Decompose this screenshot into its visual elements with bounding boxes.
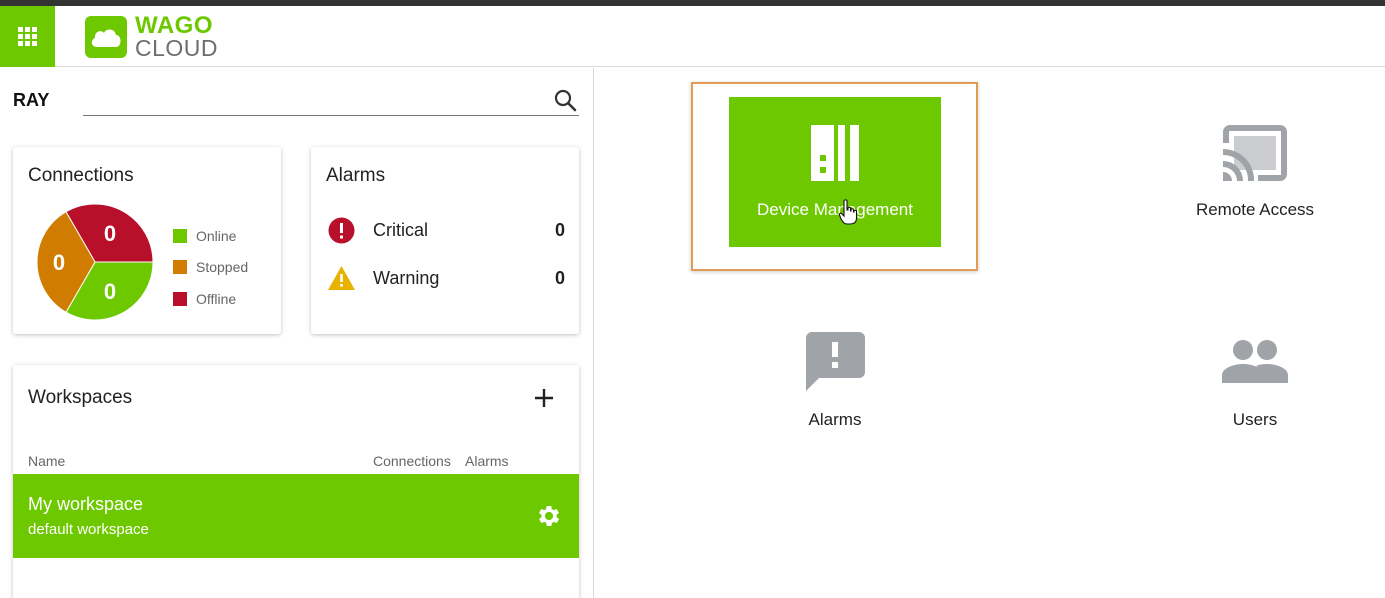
- online-count: 0: [104, 279, 116, 304]
- column-header-name[interactable]: Name: [28, 453, 65, 469]
- legend-swatch-online: [173, 228, 187, 243]
- left-panel: RAY Connections 0 0 0 Online Stopped Off…: [0, 68, 594, 598]
- users-icon: [1222, 340, 1288, 383]
- legend-label: Offline: [196, 290, 237, 307]
- tile-device-management[interactable]: Device Management: [729, 97, 941, 247]
- alarm-critical-count: 0: [554, 219, 565, 240]
- column-header-connections[interactable]: Connections: [373, 453, 451, 469]
- cast-icon: [1223, 125, 1287, 181]
- tile-label-users: Users: [1232, 410, 1278, 429]
- user-name: RAY: [13, 90, 50, 110]
- search-bar: [83, 86, 579, 116]
- connections-pie-chart: 0 0 0: [37, 204, 153, 320]
- gear-icon[interactable]: [535, 502, 563, 530]
- tile-label-device-management: Device Management: [757, 200, 913, 219]
- legend-item-offline: Offline: [173, 283, 248, 315]
- tile-remote-access[interactable]: Remote Access: [1149, 97, 1361, 247]
- tile-label-alarms: Alarms: [808, 410, 862, 429]
- legend-swatch-offline: [173, 291, 187, 306]
- offline-count: 0: [104, 221, 116, 246]
- workspace-row[interactable]: My workspace default workspace: [13, 474, 579, 558]
- workspaces-title: Workspaces: [28, 387, 133, 408]
- workspace-description: default workspace: [28, 521, 149, 538]
- legend-swatch-stopped: [173, 260, 187, 275]
- cloud-logo-icon: [85, 16, 127, 58]
- alarm-critical-label: Critical: [373, 219, 429, 240]
- plus-icon[interactable]: [531, 385, 557, 411]
- search-icon[interactable]: [553, 88, 577, 112]
- grid-apps-icon: [18, 27, 37, 46]
- workspace-name: My workspace: [28, 494, 144, 514]
- legend-label: Stopped: [196, 259, 249, 276]
- alarms-card: Alarms Critical 0 Warning 0: [311, 147, 579, 334]
- app-header: WAGO CLOUD: [0, 6, 1385, 67]
- column-header-alarms[interactable]: Alarms: [465, 453, 509, 469]
- warning-triangle-icon: [328, 265, 355, 290]
- tile-label-remote-access: Remote Access: [1195, 200, 1315, 219]
- stopped-count: 0: [53, 250, 65, 275]
- alarm-warning-label: Warning: [373, 267, 440, 288]
- alarm-row-critical[interactable]: Critical 0: [327, 215, 565, 245]
- critical-alert-icon: [328, 217, 355, 243]
- tile-alarms[interactable]: Alarms: [729, 307, 941, 457]
- alarm-message-icon: [805, 332, 865, 391]
- logo-brand-bottom: CLOUD: [135, 35, 219, 61]
- alarm-warning-count: 0: [554, 267, 565, 288]
- device-icon: [811, 125, 859, 181]
- wago-cloud-logo[interactable]: WAGO CLOUD: [85, 14, 218, 60]
- connections-title: Connections: [28, 165, 134, 186]
- main-tiles-panel: Device Management Remote Access Alarms U…: [595, 68, 1385, 598]
- logo-brand-top: WAGO: [135, 12, 213, 39]
- connections-legend: Online Stopped Offline: [173, 220, 248, 315]
- tile-users[interactable]: Users: [1149, 307, 1361, 457]
- search-input[interactable]: [83, 86, 543, 114]
- alarms-card-title: Alarms: [326, 165, 386, 186]
- workspaces-card: Workspaces Name Connections Alarms My wo…: [13, 365, 579, 598]
- legend-item-stopped: Stopped: [173, 252, 248, 284]
- apps-menu-button[interactable]: [0, 6, 55, 67]
- connections-card: Connections 0 0 0 Online Stopped Offline: [13, 147, 281, 334]
- alarm-row-warning[interactable]: Warning 0: [327, 263, 565, 293]
- hand-pointer-icon: [839, 199, 857, 225]
- legend-label: Online: [196, 227, 237, 244]
- legend-item-online: Online: [173, 220, 248, 252]
